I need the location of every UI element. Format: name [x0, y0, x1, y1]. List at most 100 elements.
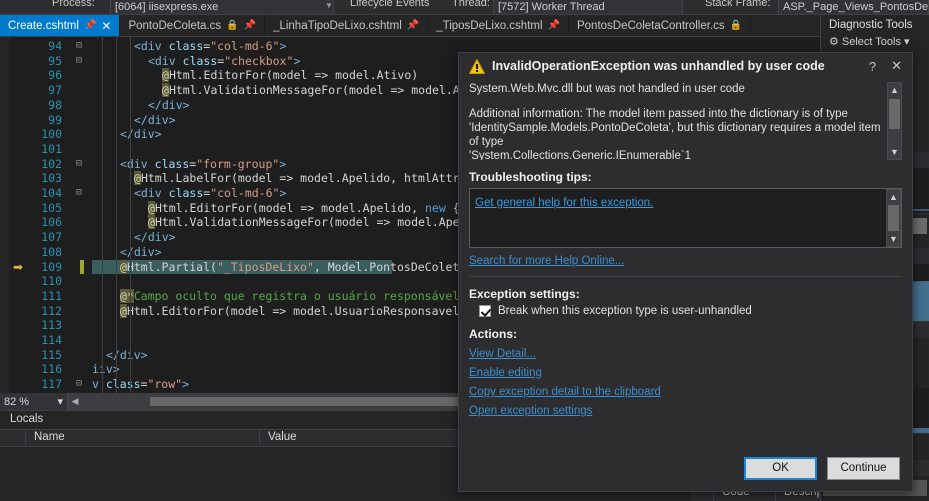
tab-pontosdecoletacontroller-cs[interactable]: PontosDeColetaController.cs 🔒 [569, 15, 752, 36]
divider [469, 276, 902, 277]
tab-label: _LinhaTipoDeLixo.cshtml [273, 19, 402, 32]
debug-toolbar: Process: [6064] iisexpress.exe ▼ Lifecyc… [0, 0, 929, 15]
troubleshooting-tips-header: Troubleshooting tips: [469, 170, 592, 184]
exception-message-line-4: 'System.Collections.Generic.IEnumerable`… [469, 150, 692, 160]
code-text: @Html.ValidationMessageFor(model => mode… [148, 215, 495, 230]
thread-select[interactable]: [7572] Worker Thread [493, 0, 683, 14]
line-number: 112 [41, 303, 62, 318]
scroll-up-arrow-icon[interactable]: ▲ [890, 83, 899, 97]
break-when-unhandled-row[interactable]: Break when this exception type is user-u… [469, 305, 902, 317]
general-help-link[interactable]: Get general help for this exception. [475, 197, 653, 209]
indent-guide [130, 37, 131, 393]
pin-icon[interactable]: 📌 [244, 20, 256, 31]
line-number: 97 [48, 83, 62, 98]
locals-column-name[interactable]: Name [26, 430, 260, 446]
search-help-online-link[interactable]: Search for more Help Online... [469, 255, 902, 267]
code-text: </div> [148, 97, 190, 112]
pin-icon[interactable]: 📌 [548, 20, 560, 31]
exception-dialog-footer: OK Continue [459, 445, 914, 491]
scroll-down-arrow-icon[interactable]: ▼ [890, 145, 899, 159]
code-text: <div class="col-md-6"> [134, 186, 287, 200]
ok-button[interactable]: OK [744, 456, 817, 480]
select-tools-dropdown[interactable]: ⚙ Select Tools ▾ [821, 33, 929, 52]
exception-dialog: InvalidOperationException was unhandled … [458, 52, 913, 492]
chevron-down-icon[interactable]: ▾ [57, 395, 63, 408]
close-icon[interactable]: ✕ [101, 19, 111, 33]
code-text: @Html.LabelFor(model => model.Apelido, h… [134, 171, 508, 186]
tab-pontodecoleta-cs[interactable]: PontoDeColeta.cs 🔒 📌 [120, 15, 266, 36]
line-number: 99 [48, 112, 62, 127]
scrollbar-thumb[interactable] [888, 205, 899, 231]
troubleshooting-tips-box: Get general help for this exception. ▲ ▼ [469, 188, 902, 248]
exception-message: System.Web.Mvc.dll but was not handled i… [469, 82, 902, 160]
tips-scrollbar[interactable]: ▲ ▼ [886, 189, 901, 247]
fold-toggle-icon[interactable]: ⊟ [74, 39, 84, 54]
process-label: Process: [52, 0, 95, 9]
line-number: 110 [41, 274, 62, 289]
pin-icon[interactable]: 📌 [407, 20, 419, 31]
fold-toggle-icon[interactable]: ⊟ [74, 377, 84, 392]
lifecycle-events-label[interactable]: Lifecycle Events [350, 0, 429, 9]
code-text: <div class="checkbox"> [148, 53, 301, 68]
actions-header: Actions: [469, 327, 517, 341]
continue-button[interactable]: Continue [827, 456, 900, 480]
code-text: <div class="col-md-6"> [134, 39, 287, 53]
line-number: 100 [41, 127, 62, 142]
line-number: 109 [41, 259, 62, 274]
fold-toggle-icon[interactable]: ⊟ [74, 157, 84, 172]
process-chevron-down-icon[interactable]: ▼ [325, 1, 333, 10]
line-number: 101 [41, 141, 62, 156]
enable-editing-link[interactable]: Enable editing [469, 367, 902, 379]
process-select[interactable]: [6064] iisexpress.exe [110, 0, 334, 14]
scroll-down-arrow-icon[interactable]: ▼ [889, 232, 898, 246]
scrollbar-thumb[interactable] [889, 99, 900, 129]
stack-frame-label: Stack Frame: [705, 0, 771, 9]
stack-frame-select[interactable]: ASP._Page_Views_PontosDeC [778, 0, 929, 14]
fold-toggle-icon[interactable]: ⊟ [74, 54, 84, 69]
code-text: v class="row"> [92, 377, 189, 392]
exception-settings-header: Exception settings: [469, 287, 580, 301]
line-number: 103 [41, 171, 62, 186]
code-text: @Html.EditorFor(model => model.Ativo) [162, 68, 419, 83]
thread-label: Thread: [452, 0, 490, 9]
line-number: 111 [41, 288, 62, 303]
scroll-up-arrow-icon[interactable]: ▲ [889, 190, 898, 204]
exception-message-line-1: System.Web.Mvc.dll but was not handled i… [469, 83, 745, 95]
horizontal-scrollbar-thumb[interactable] [150, 397, 485, 406]
indent-guide [116, 37, 117, 393]
editor-tab-strip: Create.cshtml 📌 ✕ PontoDeColeta.cs 🔒 📌 _… [0, 15, 820, 37]
zoom-level-select[interactable]: 82 % ▾ [0, 393, 68, 410]
help-icon[interactable]: ? [865, 59, 880, 74]
copy-exception-detail-link[interactable]: Copy exception detail to the clipboard [469, 386, 902, 398]
line-number: 114 [41, 333, 62, 347]
open-exception-settings-link[interactable]: Open exception settings [469, 405, 902, 417]
select-tools-label: Select Tools [841, 35, 901, 48]
view-detail-link[interactable]: View Detail... [469, 348, 902, 360]
indent-guide [102, 37, 103, 393]
hscroll-left-arrow-icon[interactable]: ◀ [68, 396, 82, 407]
line-number: 95 [48, 53, 62, 68]
line-number: 116 [41, 362, 62, 377]
line-number: 115 [41, 347, 62, 362]
exception-dialog-body: System.Web.Mvc.dll but was not handled i… [459, 82, 912, 417]
line-number: 102 [41, 156, 62, 171]
code-text: <div class="form-group"> [120, 156, 287, 171]
fold-toggle-icon[interactable]: ⊟ [74, 186, 84, 201]
line-number: 104 [41, 186, 62, 200]
tab-tiposdelixo-cshtml[interactable]: _TiposDeLixo.cshtml 📌 [428, 15, 569, 36]
chevron-down-icon[interactable]: ▾ [904, 35, 910, 48]
close-icon[interactable]: ✕ [887, 58, 906, 74]
lock-icon: 🔒 [226, 20, 239, 31]
break-when-unhandled-label: Break when this exception type is user-u… [498, 305, 752, 317]
tab-linhatipodelixo-cshtml[interactable]: _LinhaTipoDeLixo.cshtml 📌 [265, 15, 429, 36]
code-text: @Html.EditorFor(model => model.Apelido, … [148, 200, 501, 215]
exception-message-scrollbar[interactable]: ▲ ▼ [887, 82, 902, 160]
break-when-unhandled-checkbox[interactable] [479, 305, 491, 317]
tab-create-cshtml[interactable]: Create.cshtml 📌 ✕ [0, 15, 121, 36]
line-number: 98 [48, 97, 62, 112]
code-text: @Html.EditorFor(model => model.UsuarioRe… [120, 303, 467, 318]
line-number: 105 [41, 200, 62, 215]
lock-icon: 🔒 [729, 20, 743, 31]
tab-label: PontosDeColetaController.cs [576, 19, 725, 32]
pin-icon[interactable]: 📌 [84, 20, 96, 31]
